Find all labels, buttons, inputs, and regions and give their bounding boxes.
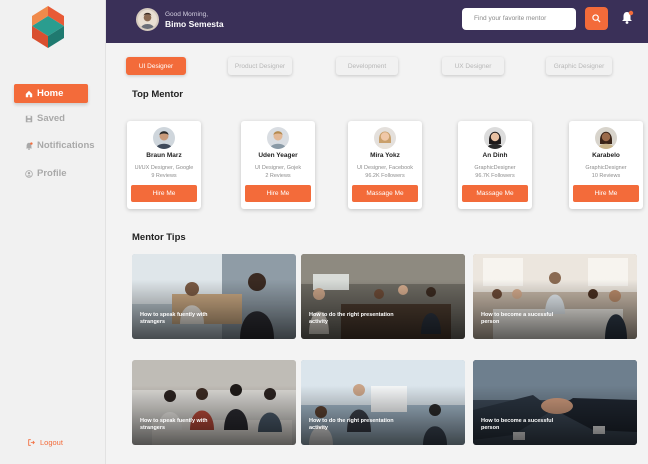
sidebar-item-home[interactable]: Home: [14, 84, 88, 103]
logout-button[interactable]: Logout: [28, 438, 63, 447]
tip-card[interactable]: How to speak fuently with strangers: [132, 254, 296, 339]
save-icon: [22, 115, 36, 123]
tip-card[interactable]: How to do the right presentation activit…: [301, 360, 465, 445]
tip-caption: How to do the right presentation activit…: [309, 312, 394, 325]
mentor-stat: 9 Reviews: [151, 173, 177, 179]
sidebar-item-profile[interactable]: Profile: [14, 164, 104, 183]
tip-caption: How to become a sucessful person: [481, 312, 554, 325]
mentor-stat: 96.2K Followers: [365, 173, 405, 179]
search-button[interactable]: [585, 7, 608, 30]
sidebar-item-notifications[interactable]: Notifications: [14, 136, 104, 155]
sidebar: Home Saved Notifications Profile Logout: [0, 0, 106, 464]
tab-ux-designer[interactable]: UX Designer: [442, 57, 504, 75]
mentor-name: Uden Yeager: [258, 152, 298, 159]
tip-caption: How to become a sucessful person: [481, 418, 554, 431]
mentor-role: UI Designer, Facebook: [357, 165, 413, 171]
mentor-role: UI Designer, Gojek: [254, 165, 302, 171]
tip-caption: How to do the right presentation activit…: [309, 418, 394, 431]
user-icon: [22, 169, 36, 178]
search-icon: [592, 14, 601, 23]
tab-ui-designer[interactable]: UI Designer: [126, 57, 186, 75]
avatar: [595, 127, 617, 149]
sidebar-item-label: Profile: [37, 168, 67, 179]
sidebar-item-label: Home: [37, 88, 64, 99]
mentor-card: Braun Marz UI/UX Designer, Google 9 Revi…: [127, 121, 201, 209]
mentor-card: Mira Yokz UI Designer, Facebook 96.2K Fo…: [348, 121, 422, 209]
tip-card[interactable]: How to become a sucessful person: [473, 360, 637, 445]
user-name: Bimo Semesta: [165, 19, 224, 29]
tip-overlay: [132, 360, 296, 445]
hire-button[interactable]: Hire Me: [131, 185, 197, 202]
mentor-stat: 96.7K Followers: [475, 173, 515, 179]
mentor-role: GraphicDesigner: [585, 165, 627, 171]
hire-button[interactable]: Hire Me: [573, 185, 639, 202]
tip-overlay: [473, 254, 637, 339]
message-button[interactable]: Massage Me: [462, 185, 528, 202]
tip-overlay: [473, 360, 637, 445]
mentor-stat: 2 Reviews: [265, 173, 291, 179]
mentor-stat: 10 Reviews: [591, 173, 621, 179]
tab-development[interactable]: Development: [336, 57, 398, 75]
home-icon: [22, 90, 36, 98]
hire-button[interactable]: Hire Me: [245, 185, 311, 202]
mentor-name: Karabelo: [592, 152, 620, 159]
search-input[interactable]: Find your favorite mentor: [462, 8, 576, 30]
mentor-card: Karabelo GraphicDesigner 10 Reviews Hire…: [569, 121, 643, 209]
notification-bell-icon[interactable]: [620, 10, 634, 25]
tip-caption: How to speak fuently with strangers: [140, 312, 208, 325]
bell-icon: [22, 141, 36, 150]
tab-graphic-designer[interactable]: Graphic Designer: [546, 57, 612, 75]
mentor-name: Braun Marz: [146, 152, 182, 159]
tip-card[interactable]: How to speak fuently with strangers: [132, 360, 296, 445]
logout-icon: [28, 439, 35, 446]
mentor-name: Mira Yokz: [370, 152, 400, 159]
top-header: Good Morning, Bimo Semesta Find your fav…: [106, 0, 648, 43]
tip-overlay: [132, 254, 296, 339]
sidebar-item-label: Saved: [37, 113, 65, 124]
greeting-text: Good Morning,: [165, 11, 208, 18]
sidebar-item-saved[interactable]: Saved: [14, 109, 104, 128]
tip-overlay: [301, 254, 465, 339]
avatar[interactable]: [136, 8, 159, 31]
mentor-tips-heading: Mentor Tips: [132, 232, 186, 243]
tip-overlay: [301, 360, 465, 445]
mentor-role: UI/UX Designer, Google: [134, 165, 194, 171]
message-button[interactable]: Massage Me: [352, 185, 418, 202]
brand-logo: [32, 6, 64, 48]
tab-product-designer[interactable]: Product Designer: [228, 57, 292, 75]
mentor-name: An Dinh: [482, 152, 508, 159]
mentor-card: An Dinh GraphicDesigner 96.7K Followers …: [458, 121, 532, 209]
avatar: [374, 127, 396, 149]
logout-label: Logout: [40, 438, 63, 447]
avatar: [153, 127, 175, 149]
tip-card[interactable]: How to do the right presentation activit…: [301, 254, 465, 339]
mentor-card: Uden Yeager UI Designer, Gojek 2 Reviews…: [241, 121, 315, 209]
tip-card[interactable]: How to become a sucessful person: [473, 254, 637, 339]
tip-caption: How to speak fuently with strangers: [140, 418, 208, 431]
avatar: [267, 127, 289, 149]
mentor-role: GraphicDesigner: [474, 165, 516, 171]
sidebar-item-label: Notifications: [37, 140, 95, 151]
avatar: [484, 127, 506, 149]
top-mentor-heading: Top Mentor: [132, 89, 184, 100]
